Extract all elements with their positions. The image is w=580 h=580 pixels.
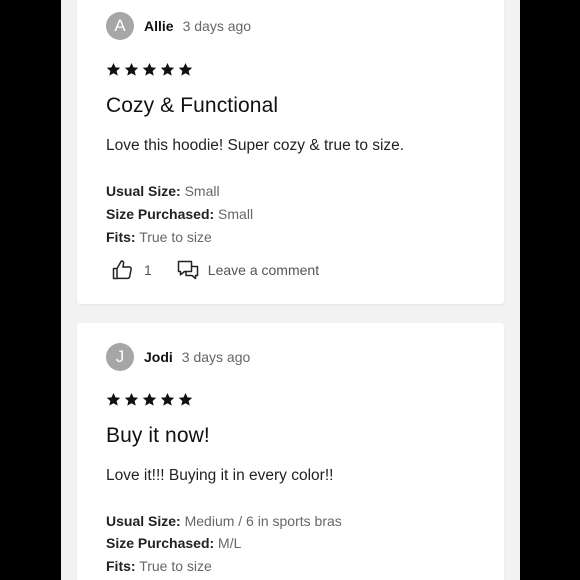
- star-icon: [124, 392, 139, 406]
- thumbs-up-icon: [112, 260, 132, 280]
- star-icon: [160, 392, 175, 406]
- review-author[interactable]: Jodi: [144, 349, 173, 365]
- review-author[interactable]: Allie: [144, 18, 174, 34]
- attribute-label: Size Purchased:: [106, 535, 215, 551]
- avatar[interactable]: J: [106, 343, 134, 371]
- star-icon: [106, 392, 121, 406]
- attribute-value: True to size: [139, 558, 212, 574]
- star-icon: [178, 62, 193, 76]
- star-icon: [178, 392, 193, 406]
- star-rating: [106, 392, 193, 407]
- review-title: Buy it now!: [106, 424, 210, 447]
- star-icon: [106, 62, 121, 76]
- review-card: J Jodi 3 days ago Buy it now! Love it!!!…: [77, 323, 504, 580]
- review-body: Love this hoodie! Super cozy & true to s…: [106, 137, 405, 154]
- review-header: J Jodi 3 days ago: [106, 343, 250, 371]
- star-icon: [142, 392, 157, 406]
- review-card: A Allie 3 days ago Cozy & Functional Lov…: [77, 0, 504, 304]
- attribute-label: Usual Size:: [106, 183, 181, 199]
- attribute-value: Medium / 6 in sports bras: [184, 513, 342, 529]
- attribute-label: Size Purchased:: [106, 206, 215, 222]
- review-date: 3 days ago: [182, 18, 252, 34]
- review-actions: 1 Leave a comment: [110, 258, 319, 282]
- attribute-fits: Fits: True to size: [106, 559, 212, 573]
- review-date: 3 days ago: [181, 349, 251, 365]
- star-icon: [124, 62, 139, 76]
- attribute-value: Small: [184, 183, 220, 199]
- star-rating: [106, 62, 193, 77]
- comment-icon: [177, 260, 199, 280]
- attribute-label: Fits:: [106, 229, 136, 245]
- star-icon: [160, 62, 175, 76]
- attribute-fits: Fits: True to size: [106, 230, 212, 244]
- attribute-value: M/L: [218, 535, 242, 551]
- attribute-size-purchased: Size Purchased: Small: [106, 207, 253, 221]
- review-header: A Allie 3 days ago: [106, 12, 251, 40]
- leave-comment-button[interactable]: Leave a comment: [176, 258, 319, 282]
- like-count: 1: [144, 262, 152, 278]
- attribute-label: Fits:: [106, 558, 136, 574]
- avatar[interactable]: A: [106, 12, 134, 40]
- attribute-usual-size: Usual Size: Medium / 6 in sports bras: [106, 514, 342, 528]
- attribute-label: Usual Size:: [106, 513, 181, 529]
- like-button[interactable]: 1: [110, 258, 152, 282]
- attribute-size-purchased: Size Purchased: M/L: [106, 536, 241, 550]
- attribute-value: True to size: [139, 229, 212, 245]
- leave-comment-label: Leave a comment: [207, 262, 320, 278]
- reviews-panel: A Allie 3 days ago Cozy & Functional Lov…: [61, 0, 520, 580]
- attribute-value: Small: [218, 206, 254, 222]
- review-title: Cozy & Functional: [106, 94, 279, 117]
- star-icon: [142, 62, 157, 76]
- attribute-usual-size: Usual Size: Small: [106, 184, 220, 198]
- review-body: Love it!!! Buying it in every color!!: [106, 467, 334, 484]
